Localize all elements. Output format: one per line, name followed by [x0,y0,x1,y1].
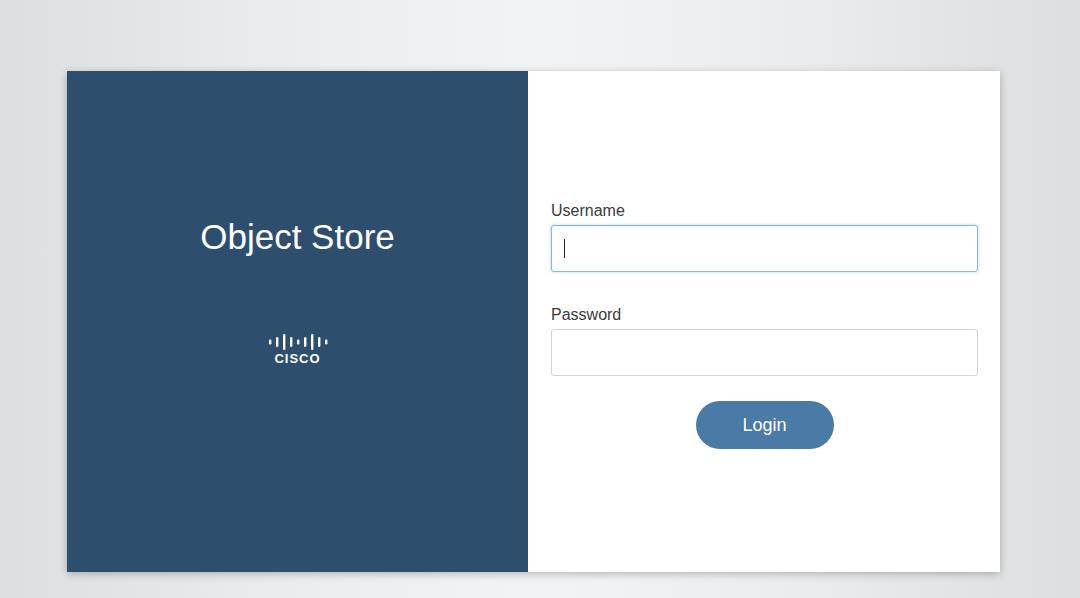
text-caret [564,239,565,258]
logo-text: CISCO [274,351,320,366]
field-label: Username [551,201,1000,221]
login-button[interactable]: Login [696,401,834,449]
app-title: Object Store [200,211,395,263]
form-field: Password [551,305,1000,376]
form-panel: Username Password Login [528,71,1000,572]
form-field: Username [551,201,1000,272]
login-card: Object Store CISCO Username Password Login [67,71,1000,572]
cisco-bars-icon [267,333,329,351]
button-row: Login [551,401,978,449]
brand-panel: Object Store CISCO [67,71,528,572]
text-input[interactable] [551,329,978,376]
field-label: Password [551,305,1000,325]
login-form: Username Password [551,201,1000,376]
cisco-logo: CISCO [267,333,329,366]
text-input[interactable] [551,225,978,272]
login-page: Object Store CISCO Username Password Login [0,0,1080,598]
